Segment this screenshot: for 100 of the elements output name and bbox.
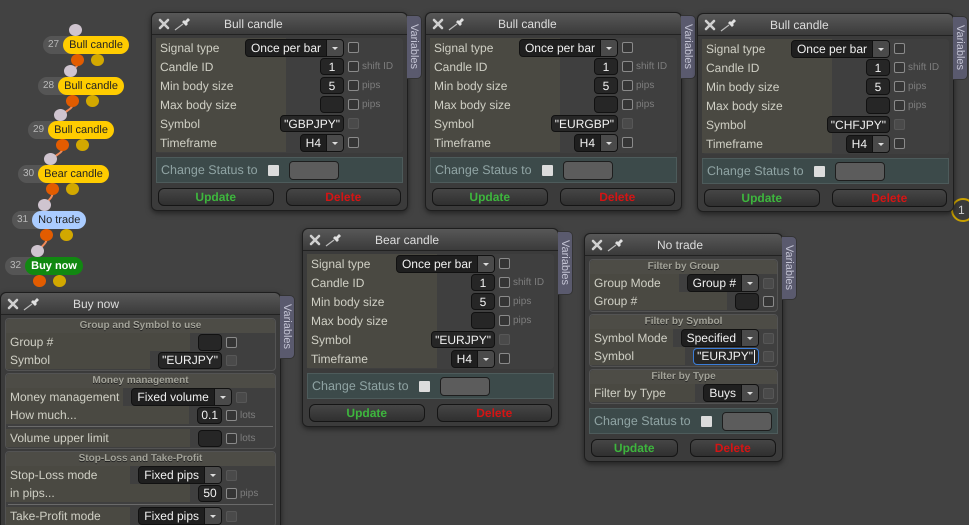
pin-icon[interactable] bbox=[607, 238, 625, 252]
variables-tab[interactable]: Variables bbox=[407, 15, 422, 79]
title-bar[interactable]: Bull candle bbox=[698, 14, 953, 36]
status-field[interactable] bbox=[722, 412, 772, 430]
output-port[interactable] bbox=[60, 229, 73, 241]
title-bar[interactable]: No trade bbox=[585, 234, 782, 256]
checkbox[interactable] bbox=[700, 416, 712, 426]
checkbox[interactable] bbox=[348, 42, 359, 53]
output-port[interactable] bbox=[56, 139, 69, 151]
input-field[interactable]: 1 bbox=[471, 274, 495, 291]
checkbox[interactable] bbox=[622, 80, 633, 91]
output-port[interactable] bbox=[46, 183, 59, 195]
pin-icon[interactable] bbox=[325, 232, 343, 246]
status-field[interactable] bbox=[440, 376, 490, 396]
title-bar[interactable]: Bull candle bbox=[426, 13, 681, 35]
input-port[interactable] bbox=[44, 153, 57, 165]
close-icon[interactable] bbox=[7, 298, 19, 310]
input-port[interactable] bbox=[54, 109, 67, 121]
input-field[interactable]: 1 bbox=[866, 59, 890, 76]
update-button[interactable]: Update bbox=[309, 404, 424, 422]
checkbox[interactable] bbox=[622, 42, 633, 53]
input-field[interactable]: 0.1 bbox=[197, 406, 222, 424]
variables-tab[interactable]: Variables bbox=[782, 236, 797, 300]
checkbox[interactable] bbox=[348, 80, 359, 91]
input-field[interactable]: 1 bbox=[594, 58, 618, 75]
checkbox[interactable] bbox=[622, 61, 633, 72]
output-port[interactable] bbox=[71, 54, 84, 66]
checkbox[interactable] bbox=[226, 410, 237, 420]
output-port[interactable] bbox=[66, 95, 79, 107]
variables-tab[interactable]: Variables bbox=[558, 231, 573, 295]
checkbox[interactable] bbox=[763, 296, 774, 306]
status-field[interactable] bbox=[562, 160, 613, 180]
checkbox[interactable] bbox=[268, 164, 279, 176]
input-field[interactable] bbox=[198, 334, 222, 350]
input-field[interactable]: 1 bbox=[320, 58, 344, 75]
input-field[interactable]: 50 bbox=[198, 484, 222, 502]
input-field[interactable] bbox=[735, 292, 759, 310]
variables-tab[interactable]: Variables bbox=[953, 16, 968, 80]
checkbox[interactable] bbox=[499, 315, 510, 326]
close-icon[interactable] bbox=[158, 18, 170, 30]
dropdown[interactable]: Once per bar bbox=[244, 38, 344, 56]
dropdown[interactable]: H4 bbox=[846, 134, 890, 152]
status-field[interactable] bbox=[834, 162, 885, 180]
node-label[interactable]: Bear candle bbox=[38, 165, 109, 183]
pin-icon[interactable] bbox=[720, 18, 738, 32]
checkbox[interactable] bbox=[499, 296, 510, 307]
checkbox[interactable] bbox=[499, 353, 510, 364]
checkbox[interactable] bbox=[894, 62, 905, 73]
dropdown[interactable]: H4 bbox=[574, 134, 618, 152]
title-bar[interactable]: Buy now bbox=[1, 293, 280, 315]
output-port[interactable] bbox=[86, 95, 99, 107]
title-bar[interactable]: Bull candle bbox=[152, 13, 407, 35]
node-label[interactable]: Bull candle bbox=[48, 121, 114, 139]
checkbox[interactable] bbox=[622, 137, 633, 148]
input-field[interactable] bbox=[471, 312, 495, 329]
update-button[interactable]: Update bbox=[432, 188, 548, 206]
checkbox[interactable] bbox=[894, 81, 905, 92]
input-port[interactable] bbox=[64, 65, 77, 77]
input-field[interactable]: 5 bbox=[594, 77, 618, 94]
input-port[interactable] bbox=[38, 199, 51, 211]
checkbox[interactable] bbox=[894, 100, 905, 111]
dropdown[interactable]: Once per bar bbox=[790, 40, 890, 58]
input-field[interactable]: 5 bbox=[471, 293, 495, 310]
input-port[interactable] bbox=[31, 245, 44, 257]
input-field[interactable] bbox=[594, 96, 618, 113]
output-port[interactable] bbox=[40, 229, 53, 241]
checkbox[interactable] bbox=[226, 432, 237, 444]
output-port[interactable] bbox=[53, 275, 66, 287]
checkbox[interactable] bbox=[348, 99, 359, 110]
close-icon[interactable] bbox=[591, 238, 603, 250]
output-port[interactable] bbox=[33, 275, 46, 287]
update-button[interactable]: Update bbox=[704, 189, 820, 207]
title-bar[interactable]: Bear candle bbox=[303, 229, 558, 251]
input-field[interactable]: 5 bbox=[320, 77, 344, 94]
pin-icon[interactable] bbox=[448, 16, 466, 30]
output-port[interactable] bbox=[66, 183, 79, 195]
checkbox[interactable] bbox=[542, 164, 553, 176]
node-label[interactable]: No trade bbox=[32, 211, 86, 229]
output-port[interactable] bbox=[76, 139, 89, 151]
input-field[interactable] bbox=[198, 430, 222, 446]
checkbox[interactable] bbox=[622, 99, 633, 110]
close-icon[interactable] bbox=[432, 18, 444, 30]
status-field[interactable] bbox=[288, 160, 339, 180]
dropdown[interactable]: H4 bbox=[450, 350, 495, 368]
variables-tab[interactable]: Variables bbox=[681, 15, 696, 79]
checkbox[interactable] bbox=[499, 277, 510, 288]
dropdown[interactable]: Once per bar bbox=[396, 254, 495, 272]
input-field[interactable]: 5 bbox=[866, 78, 890, 95]
checkbox[interactable] bbox=[894, 138, 905, 149]
checkbox[interactable] bbox=[499, 258, 510, 269]
checkbox[interactable] bbox=[418, 380, 430, 392]
dropdown[interactable]: Once per bar bbox=[518, 38, 618, 56]
input-port[interactable] bbox=[69, 24, 82, 36]
node-label[interactable]: Buy now bbox=[25, 257, 83, 275]
checkbox[interactable] bbox=[226, 488, 237, 498]
node-label[interactable]: Bull candle bbox=[58, 77, 124, 95]
close-icon[interactable] bbox=[704, 18, 716, 30]
checkbox[interactable] bbox=[348, 61, 359, 72]
variables-tab[interactable]: Variables bbox=[280, 295, 295, 359]
input-field[interactable] bbox=[866, 97, 890, 114]
